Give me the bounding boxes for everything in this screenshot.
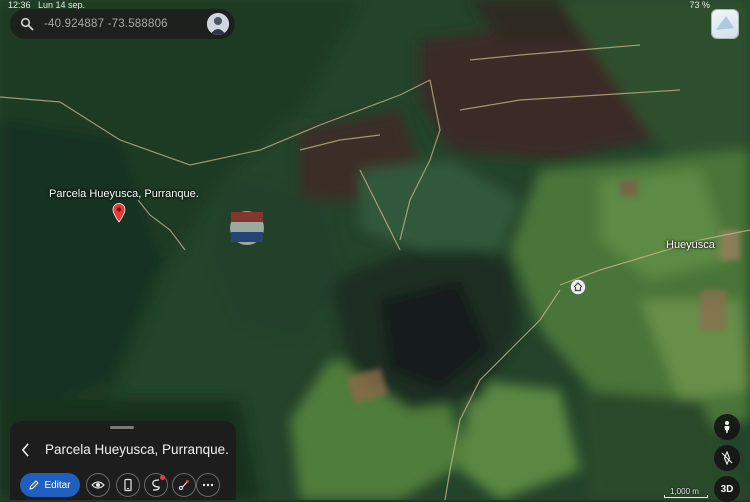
compass-off-icon xyxy=(721,451,733,465)
route-button[interactable] xyxy=(172,473,196,497)
more-icon xyxy=(202,483,214,487)
search-icon xyxy=(20,17,34,31)
status-battery: 73 % xyxy=(689,0,710,10)
scale-bar xyxy=(664,495,708,498)
town-label[interactable]: Hueyusca xyxy=(666,239,715,251)
pegman-icon xyxy=(724,421,730,433)
back-button[interactable] xyxy=(17,439,33,461)
more-options-button[interactable] xyxy=(196,473,220,497)
edit-button[interactable]: Editar xyxy=(20,473,80,497)
layers-icon xyxy=(716,16,734,30)
phone-icon xyxy=(124,478,132,492)
overlay-seal-icon xyxy=(230,211,264,245)
path-icon xyxy=(152,479,160,491)
device-view-button[interactable] xyxy=(116,473,140,497)
compass-button[interactable] xyxy=(714,445,740,471)
coordinates-text[interactable]: -40.924887 -73.588806 xyxy=(44,18,207,30)
route-icon xyxy=(178,480,189,491)
search-bar[interactable]: -40.924887 -73.588806 xyxy=(10,9,235,39)
sheet-handle[interactable] xyxy=(110,426,134,429)
poi-icon[interactable] xyxy=(570,279,586,295)
visibility-button[interactable] xyxy=(86,473,110,497)
place-panel[interactable]: Parcela Hueyusca, Purranque. Editar xyxy=(10,421,236,500)
street-view-button[interactable] xyxy=(714,414,740,440)
chevron-left-icon xyxy=(21,443,29,457)
3d-toggle-button[interactable]: 3D xyxy=(714,476,740,502)
3d-label: 3D xyxy=(720,483,734,495)
map-pin-icon[interactable] xyxy=(112,203,126,223)
pencil-icon xyxy=(29,480,40,490)
place-label[interactable]: Parcela Hueyusca, Purranque. xyxy=(49,188,199,200)
eye-icon xyxy=(91,481,105,489)
notification-dot xyxy=(160,475,165,480)
panel-title: Parcela Hueyusca, Purranque. xyxy=(45,442,229,457)
avatar[interactable] xyxy=(207,13,229,35)
user-avatar-icon xyxy=(207,13,229,35)
edit-button-label: Editar xyxy=(44,479,71,491)
path-button[interactable] xyxy=(144,473,168,497)
map-style-button[interactable] xyxy=(712,10,738,38)
